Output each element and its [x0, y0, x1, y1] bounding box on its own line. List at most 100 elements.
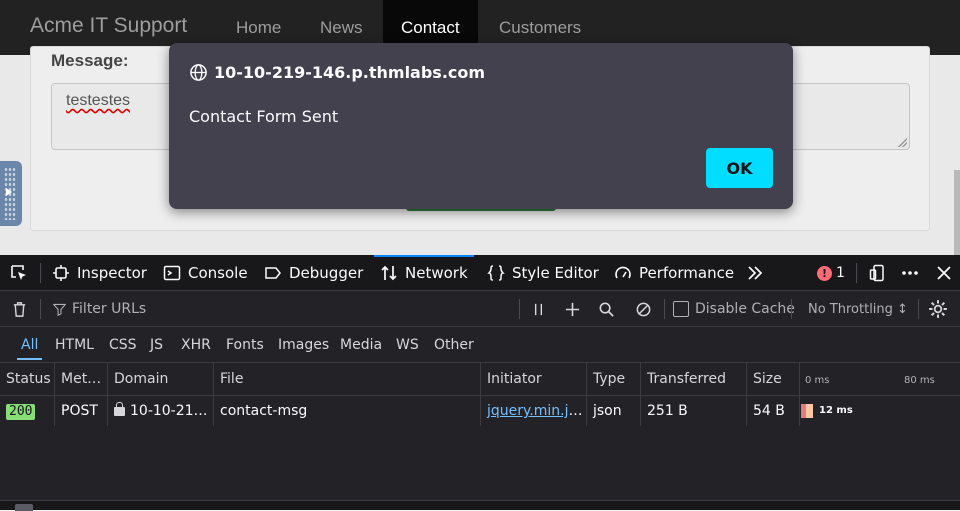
page-scrollbar[interactable] [954, 170, 960, 255]
tab-inspector-label: Inspector [77, 264, 147, 282]
waterfall-label-end: 80 ms [904, 375, 935, 386]
dialog-origin: 10-10-219-146.p.thmlabs.com [189, 63, 485, 82]
close-devtools-button[interactable] [935, 255, 953, 291]
request-domain-cell: 10-10-21… [108, 396, 214, 426]
filter-icon [53, 303, 66, 316]
type-filter-js[interactable]: JS [146, 335, 167, 355]
error-counter[interactable]: ! 1 [817, 265, 845, 281]
checkbox-box [673, 301, 689, 317]
add-request-button[interactable] [564, 291, 581, 327]
type-filter-html[interactable]: HTML [51, 335, 98, 355]
devtools-toolbar: Inspector Console Debugger Network Style… [0, 255, 960, 291]
devtools-panel: Inspector Console Debugger Network Style… [0, 255, 960, 511]
table-row[interactable]: 200 POST 10-10-21… contact-msg jquery.mi… [0, 396, 960, 426]
close-icon [937, 266, 951, 280]
element-picker-icon [11, 265, 26, 280]
filter-placeholder: Filter URLs [72, 301, 147, 317]
request-status-cell: 200 [0, 396, 55, 426]
message-text: testestes [66, 92, 131, 109]
column-size[interactable]: Size [747, 363, 800, 396]
column-domain[interactable]: Domain [108, 363, 214, 396]
block-icon [636, 302, 651, 316]
disable-cache-checkbox[interactable]: Disable Cache [673, 291, 795, 327]
tab-debugger[interactable]: Debugger [264, 255, 363, 291]
plus-icon [565, 302, 580, 316]
request-domain: 10-10-21… [130, 403, 208, 419]
network-settings-button[interactable] [928, 291, 948, 327]
grip-icon [4, 167, 16, 220]
network-filter-bar: Filter URLs Disable Cache No Throttling … [0, 291, 960, 327]
filter-separator [791, 299, 792, 319]
tab-performance[interactable]: Performance [614, 255, 734, 291]
request-transferred: 251 B [641, 396, 747, 426]
ok-button[interactable]: OK [706, 148, 773, 188]
responsive-mode-button[interactable] [869, 255, 887, 291]
type-filter-images[interactable]: Images [274, 335, 333, 355]
dialog-origin-text: 10-10-219-146.p.thmlabs.com [214, 63, 486, 82]
column-transferred[interactable]: Transferred [641, 363, 747, 396]
request-initiator-link[interactable]: jquery.min.js… [487, 403, 586, 419]
type-filter-media[interactable]: Media [336, 335, 386, 355]
ellipsis-icon [902, 271, 918, 275]
error-icon: ! [817, 265, 832, 281]
column-type[interactable]: Type [587, 363, 641, 396]
toolbar-separator [856, 263, 857, 283]
filter-urls-input[interactable]: Filter URLs [53, 291, 146, 327]
performance-icon [615, 266, 631, 279]
message-label: Message: [51, 51, 129, 70]
type-filter-ws[interactable]: WS [392, 335, 423, 355]
resize-handle-icon[interactable] [897, 137, 907, 147]
devtools-menu-button[interactable] [901, 255, 919, 291]
chevron-double-right-icon [748, 266, 763, 280]
error-count: 1 [836, 265, 845, 281]
tab-performance-label: Performance [639, 264, 735, 282]
clear-requests-button[interactable] [11, 291, 28, 327]
debugger-icon [265, 267, 281, 279]
request-type: json [587, 396, 641, 426]
type-filter-other[interactable]: Other [430, 335, 478, 355]
request-method: POST [55, 396, 108, 426]
disable-cache-label: Disable Cache [695, 301, 795, 317]
pause-button[interactable] [530, 291, 547, 327]
site-brand[interactable]: Acme IT Support [30, 14, 187, 38]
column-file[interactable]: File [214, 363, 481, 396]
block-requests-button[interactable] [635, 291, 652, 327]
tab-style-editor[interactable]: Style Editor [487, 255, 599, 291]
type-filter-xhr[interactable]: XHR [177, 335, 215, 355]
column-method[interactable]: Met… [55, 363, 108, 396]
request-file: contact-msg [214, 396, 481, 426]
request-type-filters: All HTML CSS JS XHR Fonts Images Media W… [0, 327, 960, 363]
element-picker-button[interactable] [10, 255, 28, 291]
type-filter-css[interactable]: CSS [105, 335, 141, 355]
throttling-select[interactable]: No Throttling ↕ [808, 291, 908, 327]
tab-inspector[interactable]: Inspector [52, 255, 147, 291]
toolbar-separator [40, 263, 41, 283]
waterfall-label-start: 0 ms [805, 375, 830, 386]
type-filter-all[interactable]: All [17, 335, 43, 360]
side-panel-handle[interactable] [0, 161, 22, 226]
request-size: 54 B [747, 396, 800, 426]
filter-separator [519, 299, 520, 319]
column-status[interactable]: Status [0, 363, 55, 396]
console-icon [163, 265, 181, 281]
column-initiator[interactable]: Initiator [481, 363, 587, 396]
devtools-status-bar [0, 500, 960, 511]
network-icon [381, 265, 397, 281]
globe-icon [190, 64, 207, 81]
alert-dialog: 10-10-219-146.p.thmlabs.com Contact Form… [169, 43, 793, 209]
responsive-mode-icon [869, 264, 884, 282]
search-button[interactable] [598, 291, 615, 327]
waterfall-bar [801, 404, 813, 418]
throttling-value: No Throttling ↕ [808, 301, 908, 317]
tab-style-editor-label: Style Editor [512, 264, 599, 282]
type-filter-fonts[interactable]: Fonts [222, 335, 268, 355]
filter-separator [664, 299, 665, 319]
style-editor-icon [487, 265, 505, 281]
tab-network[interactable]: Network [374, 255, 474, 291]
waterfall-timing: 12 ms [819, 405, 853, 416]
inspector-icon [53, 265, 69, 281]
pause-icon [534, 303, 543, 315]
tab-console[interactable]: Console [163, 255, 248, 291]
lock-icon [114, 402, 125, 416]
more-tabs-button[interactable] [746, 255, 764, 291]
